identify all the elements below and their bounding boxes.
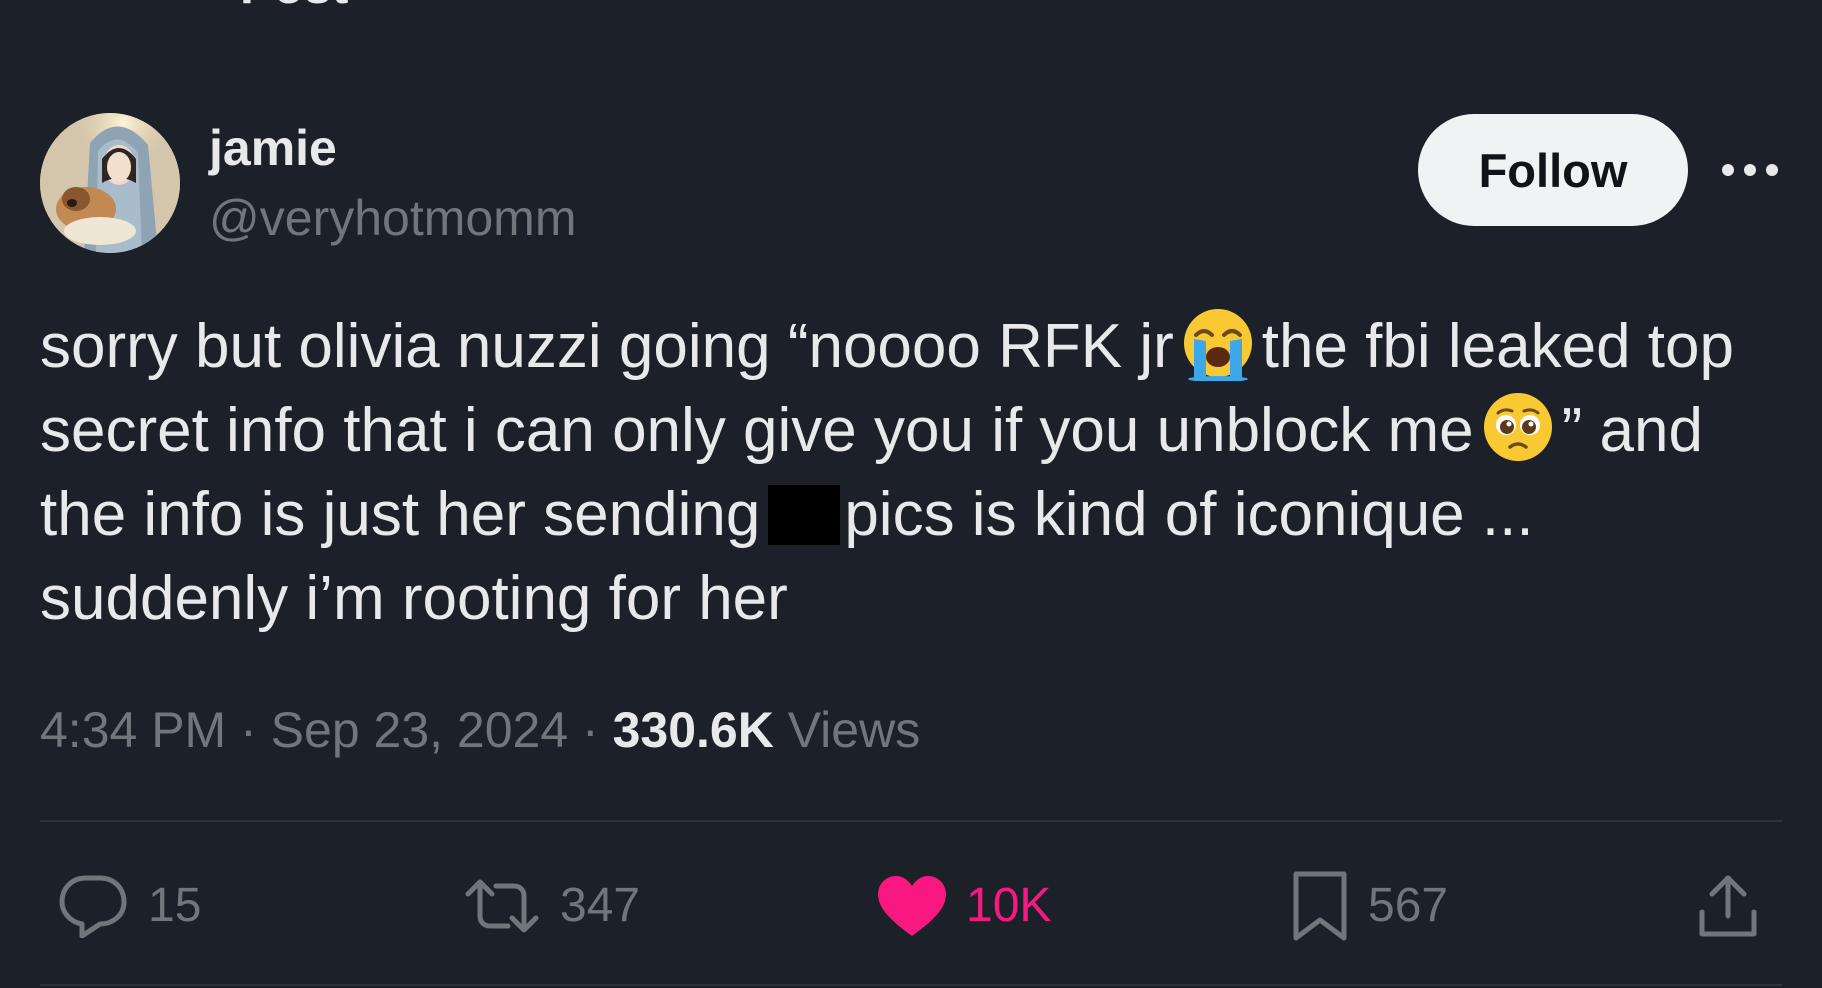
page-title: Post bbox=[240, 0, 348, 12]
tweet-text: sorry but olivia nuzzi going “noooo RFK … bbox=[40, 305, 1800, 641]
tweet-text-segment: the info is just her sending bbox=[40, 480, 761, 549]
tweet-line-1: sorry but olivia nuzzi going “noooo RFK … bbox=[40, 305, 1800, 389]
like-count: 10K bbox=[966, 879, 1052, 932]
divider bbox=[40, 820, 1782, 822]
meta-separator: · bbox=[568, 702, 613, 758]
heart-icon bbox=[878, 876, 946, 936]
more-dot bbox=[1722, 164, 1734, 176]
tweet-text-segment: pics is kind of iconique ... bbox=[844, 480, 1534, 549]
reply-count: 15 bbox=[148, 879, 202, 932]
tweet-text-segment: sorry but olivia nuzzi going “noooo RFK … bbox=[40, 312, 1174, 381]
tweet-meta: 4:34 PM · Sep 23, 2024 · 330.6K Views bbox=[40, 692, 920, 768]
author-name[interactable]: jamie bbox=[209, 118, 337, 178]
bookmark-button[interactable]: 567 bbox=[1290, 870, 1448, 942]
share-icon bbox=[1699, 875, 1757, 937]
tweet-text-segment: the fbi leaked top bbox=[1261, 312, 1734, 381]
tweet-line-2: secret info that i can only give you if … bbox=[40, 389, 1800, 473]
share-button[interactable] bbox=[1696, 870, 1760, 942]
tweet-line-4: suddenly i’m rooting for her bbox=[40, 564, 788, 633]
reply-button[interactable]: 15 bbox=[58, 870, 201, 942]
more-dot bbox=[1744, 164, 1756, 176]
tweet-line-3: the info is just her sending pics is kind… bbox=[40, 473, 1800, 557]
more-options-icon[interactable] bbox=[1722, 150, 1778, 190]
divider bbox=[40, 984, 1782, 986]
redaction-box bbox=[768, 485, 841, 545]
avatar[interactable] bbox=[40, 113, 180, 253]
back-arrow-icon[interactable] bbox=[44, 0, 104, 4]
loudly-crying-face-icon bbox=[1180, 305, 1256, 382]
repost-count: 347 bbox=[560, 879, 641, 932]
bookmark-count: 567 bbox=[1368, 879, 1449, 932]
like-button[interactable]: 10K bbox=[876, 870, 1051, 942]
bookmark-icon bbox=[1293, 871, 1347, 941]
tweet-detail-page: Post jamie @veryhotmomm Follow bbox=[0, 0, 1822, 988]
more-dot bbox=[1766, 164, 1778, 176]
reply-icon bbox=[59, 875, 127, 938]
meta-separator: · bbox=[226, 702, 271, 758]
tweet-text-segment: ” and bbox=[1561, 396, 1703, 465]
views-count: 330.6K bbox=[612, 702, 774, 758]
repost-icon bbox=[465, 879, 539, 933]
pleading-face-icon bbox=[1480, 389, 1556, 465]
views-label: Views bbox=[773, 702, 921, 758]
author-handle[interactable]: @veryhotmomm bbox=[209, 188, 576, 248]
follow-button[interactable]: Follow bbox=[1418, 114, 1688, 226]
post-time[interactable]: 4:34 PM bbox=[40, 702, 226, 758]
tweet-text-segment: secret info that i can only give you if … bbox=[40, 396, 1474, 465]
repost-button[interactable]: 347 bbox=[462, 870, 640, 942]
post-date[interactable]: Sep 23, 2024 bbox=[271, 702, 569, 758]
